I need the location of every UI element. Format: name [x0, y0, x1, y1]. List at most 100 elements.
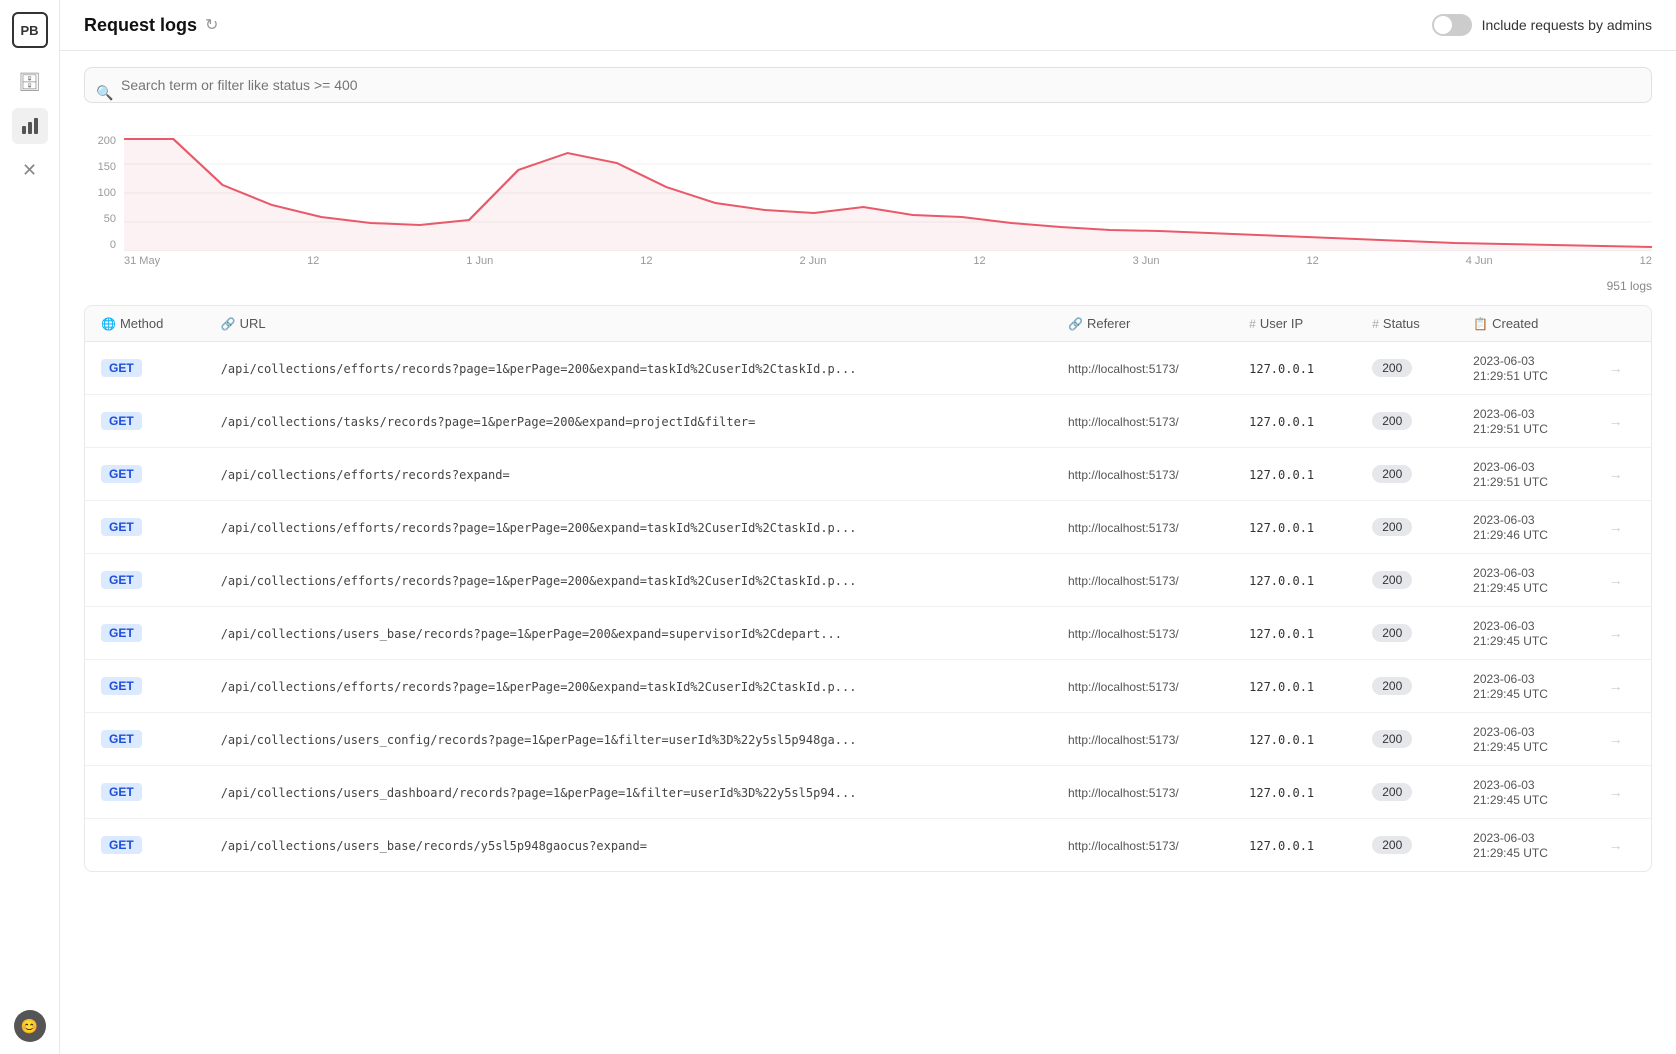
cell-arrow[interactable]: → — [1593, 607, 1651, 660]
cell-arrow[interactable]: → — [1593, 501, 1651, 554]
chart-y-labels: 200 150 100 50 0 — [84, 135, 120, 251]
method-badge: GET — [101, 465, 142, 483]
date-value: 2023-06-0321:29:51 UTC — [1473, 460, 1548, 489]
ip-value: 127.0.0.1 — [1249, 680, 1314, 694]
row-arrow-icon[interactable]: → — [1609, 519, 1623, 535]
row-arrow-icon[interactable]: → — [1609, 572, 1623, 588]
status-badge: 200 — [1372, 836, 1412, 854]
method-badge: GET — [101, 783, 142, 801]
table-row: GET /api/collections/tasks/records?page=… — [85, 395, 1651, 448]
cell-status: 200 — [1356, 554, 1457, 607]
cell-ip: 127.0.0.1 — [1233, 342, 1356, 395]
cell-ip: 127.0.0.1 — [1233, 607, 1356, 660]
ip-value: 127.0.0.1 — [1249, 786, 1314, 800]
referer-value: http://localhost:5173/ — [1068, 733, 1179, 747]
cell-arrow[interactable]: → — [1593, 819, 1651, 872]
url-value: /api/collections/users_base/records/y5sl… — [221, 839, 647, 853]
include-admins-toggle[interactable] — [1432, 14, 1472, 36]
cell-arrow[interactable]: → — [1593, 395, 1651, 448]
cell-status: 200 — [1356, 713, 1457, 766]
ip-value: 127.0.0.1 — [1249, 521, 1314, 535]
cell-created: 2023-06-0321:29:51 UTC — [1457, 395, 1592, 448]
url-value: /api/collections/users_config/records?pa… — [221, 733, 857, 747]
cell-arrow[interactable]: → — [1593, 342, 1651, 395]
sidebar-item-database[interactable]: 🗄 — [12, 64, 48, 100]
cell-url: /api/collections/efforts/records?page=1&… — [205, 342, 1052, 395]
ip-value: 127.0.0.1 — [1249, 574, 1314, 588]
cell-referer: http://localhost:5173/ — [1052, 554, 1233, 607]
url-value: /api/collections/tasks/records?page=1&pe… — [221, 415, 756, 429]
date-value: 2023-06-0321:29:45 UTC — [1473, 672, 1548, 701]
cell-arrow[interactable]: → — [1593, 766, 1651, 819]
content-area: 🔍 200 150 100 50 0 — [60, 51, 1676, 1054]
cell-url: /api/collections/efforts/records?page=1&… — [205, 554, 1052, 607]
logo[interactable]: PB — [12, 12, 48, 48]
status-badge: 200 — [1372, 730, 1412, 748]
top-bar-right: Include requests by admins — [1432, 14, 1652, 36]
cell-url: /api/collections/users_dashboard/records… — [205, 766, 1052, 819]
refresh-icon[interactable]: ↻ — [205, 15, 218, 35]
cell-ip: 127.0.0.1 — [1233, 766, 1356, 819]
sidebar-item-tools[interactable]: ✕ — [12, 152, 48, 188]
table-row: GET /api/collections/users_base/records/… — [85, 819, 1651, 872]
cell-arrow[interactable]: → — [1593, 660, 1651, 713]
cell-created: 2023-06-0321:29:45 UTC — [1457, 554, 1592, 607]
date-value: 2023-06-0321:29:45 UTC — [1473, 566, 1548, 595]
url-value: /api/collections/efforts/records?page=1&… — [221, 574, 857, 588]
search-input[interactable] — [84, 67, 1652, 103]
status-badge: 200 — [1372, 783, 1412, 801]
status-badge: 200 — [1372, 624, 1412, 642]
row-arrow-icon[interactable]: → — [1609, 625, 1623, 641]
cell-created: 2023-06-0321:29:46 UTC — [1457, 501, 1592, 554]
referer-value: http://localhost:5173/ — [1068, 521, 1179, 535]
url-value: /api/collections/efforts/records?expand= — [221, 468, 510, 482]
method-badge: GET — [101, 359, 142, 377]
table-header: 🌐Method 🔗URL 🔗Referer #User IP #Status 📋… — [85, 306, 1651, 342]
col-created: 📋Created — [1457, 306, 1592, 342]
row-arrow-icon[interactable]: → — [1609, 784, 1623, 800]
row-arrow-icon[interactable]: → — [1609, 837, 1623, 853]
cell-url: /api/collections/tasks/records?page=1&pe… — [205, 395, 1052, 448]
table-row: GET /api/collections/users_base/records?… — [85, 607, 1651, 660]
cell-ip: 127.0.0.1 — [1233, 448, 1356, 501]
row-arrow-icon[interactable]: → — [1609, 731, 1623, 747]
cell-referer: http://localhost:5173/ — [1052, 766, 1233, 819]
cell-referer: http://localhost:5173/ — [1052, 342, 1233, 395]
cell-created: 2023-06-0321:29:45 UTC — [1457, 660, 1592, 713]
cell-arrow[interactable]: → — [1593, 448, 1651, 501]
user-avatar[interactable]: 😊 — [14, 1010, 46, 1042]
cell-method: GET — [85, 554, 205, 607]
top-bar: Request logs ↻ Include requests by admin… — [60, 0, 1676, 51]
table-row: GET /api/collections/efforts/records?exp… — [85, 448, 1651, 501]
cell-method: GET — [85, 607, 205, 660]
search-wrapper: 🔍 — [84, 67, 1652, 119]
col-status: #Status — [1356, 306, 1457, 342]
cell-method: GET — [85, 766, 205, 819]
cell-created: 2023-06-0321:29:51 UTC — [1457, 448, 1592, 501]
url-value: /api/collections/users_base/records?page… — [221, 627, 842, 641]
cell-referer: http://localhost:5173/ — [1052, 607, 1233, 660]
date-value: 2023-06-0321:29:45 UTC — [1473, 725, 1548, 754]
cell-method: GET — [85, 713, 205, 766]
row-arrow-icon[interactable]: → — [1609, 678, 1623, 694]
sidebar-item-chart[interactable] — [12, 108, 48, 144]
cell-method: GET — [85, 501, 205, 554]
date-value: 2023-06-0321:29:51 UTC — [1473, 354, 1548, 383]
col-url: 🔗URL — [205, 306, 1052, 342]
cell-arrow[interactable]: → — [1593, 554, 1651, 607]
url-value: /api/collections/efforts/records?page=1&… — [221, 680, 857, 694]
chart-container: 200 150 100 50 0 — [84, 135, 1652, 275]
row-arrow-icon[interactable]: → — [1609, 360, 1623, 376]
table-row: GET /api/collections/efforts/records?pag… — [85, 554, 1651, 607]
row-arrow-icon[interactable]: → — [1609, 466, 1623, 482]
row-arrow-icon[interactable]: → — [1609, 413, 1623, 429]
cell-method: GET — [85, 819, 205, 872]
cell-status: 200 — [1356, 395, 1457, 448]
table-row: GET /api/collections/efforts/records?pag… — [85, 660, 1651, 713]
referer-value: http://localhost:5173/ — [1068, 415, 1179, 429]
cell-status: 200 — [1356, 342, 1457, 395]
method-badge: GET — [101, 624, 142, 642]
cell-created: 2023-06-0321:29:45 UTC — [1457, 819, 1592, 872]
table-row: GET /api/collections/efforts/records?pag… — [85, 501, 1651, 554]
cell-arrow[interactable]: → — [1593, 713, 1651, 766]
